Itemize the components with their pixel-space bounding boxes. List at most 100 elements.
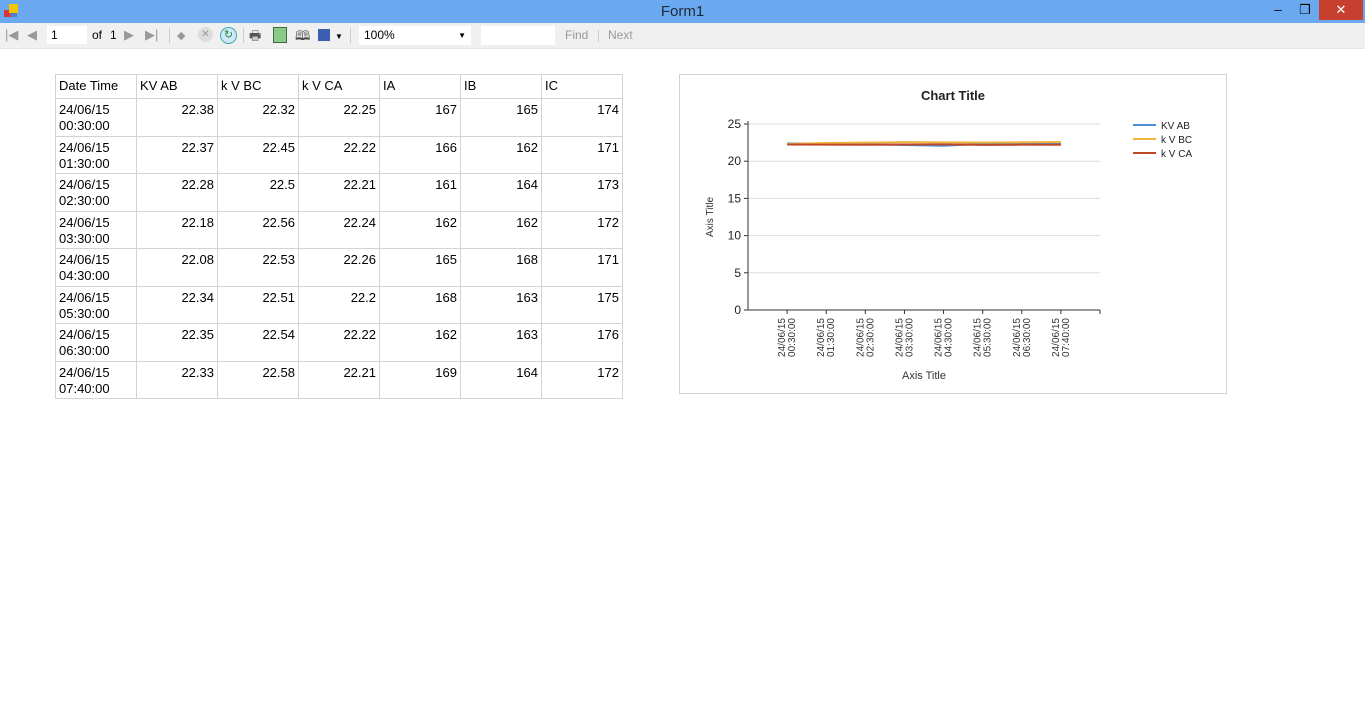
find-input[interactable] [481,26,555,45]
legend-label: k V CA [1161,149,1192,160]
report-toolbar: |◀ ◀ 1 of 1 ▶ ▶| ◆ ✕ ↻ 🖶 🕮 ▼ 100% ▼ Find … [0,23,1365,49]
column-header: KV AB [136,74,218,99]
table-cell: 22.54 [217,323,299,362]
column-header: IC [541,74,623,99]
table-cell: 171 [541,248,623,287]
table-cell: 24/06/15 00:30:00 [55,98,137,137]
table-cell: 24/06/15 02:30:00 [55,173,137,212]
x-tick-label: 06:30:00 [1022,318,1033,357]
table-cell: 176 [541,323,623,362]
table-cell: 24/06/15 07:40:00 [55,360,137,399]
first-page-icon[interactable]: |◀ [5,27,18,43]
y-tick-label: 10 [728,229,742,243]
data-table: Date Time KV AB k V BC k V CA IA IB IC 24/06/1… [55,74,623,399]
last-page-icon[interactable]: ▶| [145,27,158,43]
table-cell: 24/06/15 03:30:00 [55,210,137,249]
table-cell: 22.24 [298,210,380,249]
zoom-select[interactable]: 100% ▼ [359,26,471,45]
table-cell: 165 [379,248,461,287]
table-row: 24/06/15 03:30:00 22.18 22.56 22.24 162 162 172 [55,210,623,249]
of-label: of [92,28,103,42]
table-cell: 169 [379,360,461,399]
window-title: Form1 [660,3,705,20]
table-cell: 24/06/15 05:30:00 [55,285,137,324]
table-cell: 171 [541,135,623,174]
table-cell: 22.51 [217,285,299,324]
table-cell: 22.33 [136,360,218,399]
y-tick-label: 15 [728,191,742,205]
table-cell: 163 [460,285,542,324]
page-setup-icon[interactable]: 🕮 [295,27,310,49]
stop-icon[interactable]: ✕ [198,27,213,42]
column-header: k V BC [217,74,299,99]
y-axis-title: Axis Title [705,197,716,237]
table-cell: 22.45 [217,135,299,174]
table-row: 24/06/15 07:40:00 22.33 22.58 22.21 169 164 172 [55,360,623,399]
table-cell: 167 [379,98,461,137]
table-cell: 172 [541,360,623,399]
table-cell: 22.18 [136,210,218,249]
table-cell: 174 [541,98,623,137]
table-cell: 22.32 [217,98,299,137]
table-cell: 168 [379,285,461,324]
table-cell: 175 [541,285,623,324]
table-cell: 22.25 [298,98,380,137]
table-row: 24/06/15 05:30:00 22.34 22.51 22.2 168 163 175 [55,285,623,324]
table-cell: 22.5 [217,173,299,212]
table-cell: 22.56 [217,210,299,249]
table-cell: 163 [460,323,542,362]
table-cell: 22.26 [298,248,380,287]
x-tick-label: 02:30:00 [865,318,876,357]
x-axis-title: Axis Title [902,370,946,382]
x-tick-label: 04:30:00 [944,318,955,357]
y-tick-label: 0 [734,303,741,317]
table-cell: 22.08 [136,248,218,287]
previous-page-icon[interactable]: ◀ [27,27,37,43]
restore-button[interactable]: ❐ [1291,0,1319,20]
table-cell: 162 [379,323,461,362]
table-row: 24/06/15 04:30:00 22.08 22.53 22.26 165 168 171 [55,248,623,287]
x-tick-label: 01:30:00 [826,318,837,357]
total-pages: 1 [110,28,117,42]
column-header: IA [379,74,461,99]
table-cell: 161 [379,173,461,212]
x-tick-label: 05:30:00 [983,318,994,357]
x-tick-label: 07:40:00 [1061,318,1072,357]
table-cell: 24/06/15 01:30:00 [55,135,137,174]
column-header: IB [460,74,542,99]
table-cell: 162 [460,135,542,174]
table-cell: 22.34 [136,285,218,324]
table-cell: 166 [379,135,461,174]
print-layout-icon[interactable] [273,27,287,43]
table-cell: 22.22 [298,323,380,362]
column-header: k V CA [298,74,380,99]
export-icon[interactable] [318,29,330,41]
table-cell: 22.2 [298,285,380,324]
print-icon[interactable]: 🖶 [249,27,261,49]
next-page-icon[interactable]: ▶ [124,27,134,43]
close-button[interactable]: ✕ [1319,0,1363,20]
x-tick-label: 03:30:00 [904,318,915,357]
next-button[interactable]: Next [608,28,633,42]
table-cell: 22.28 [136,173,218,212]
table-row: 24/06/15 00:30:00 22.38 22.32 22.25 167 165 174 [55,98,623,137]
export-dropdown-icon[interactable]: ▼ [335,32,343,41]
table-cell: 168 [460,248,542,287]
table-row: 24/06/15 02:30:00 22.28 22.5 22.21 161 164 173 [55,173,623,212]
table-row: 24/06/15 01:30:00 22.37 22.45 22.22 166 162 171 [55,135,623,174]
table-cell: 164 [460,360,542,399]
refresh-icon[interactable]: ↻ [220,27,237,44]
table-row: 24/06/15 06:30:00 22.35 22.54 22.22 162 163 176 [55,323,623,362]
chart-title: Chart Title [921,88,985,103]
title-bar: Form1 – ❐ ✕ [0,0,1365,23]
page-number-input[interactable]: 1 [47,26,87,44]
table-cell: 172 [541,210,623,249]
y-tick-label: 5 [734,266,741,280]
table-cell: 165 [460,98,542,137]
find-button[interactable]: Find [565,28,588,42]
table-cell: 24/06/15 04:30:00 [55,248,137,287]
table-cell: 22.21 [298,360,380,399]
back-icon[interactable]: ◆ [177,29,185,42]
table-cell: 22.22 [298,135,380,174]
minimize-button[interactable]: – [1264,0,1292,20]
